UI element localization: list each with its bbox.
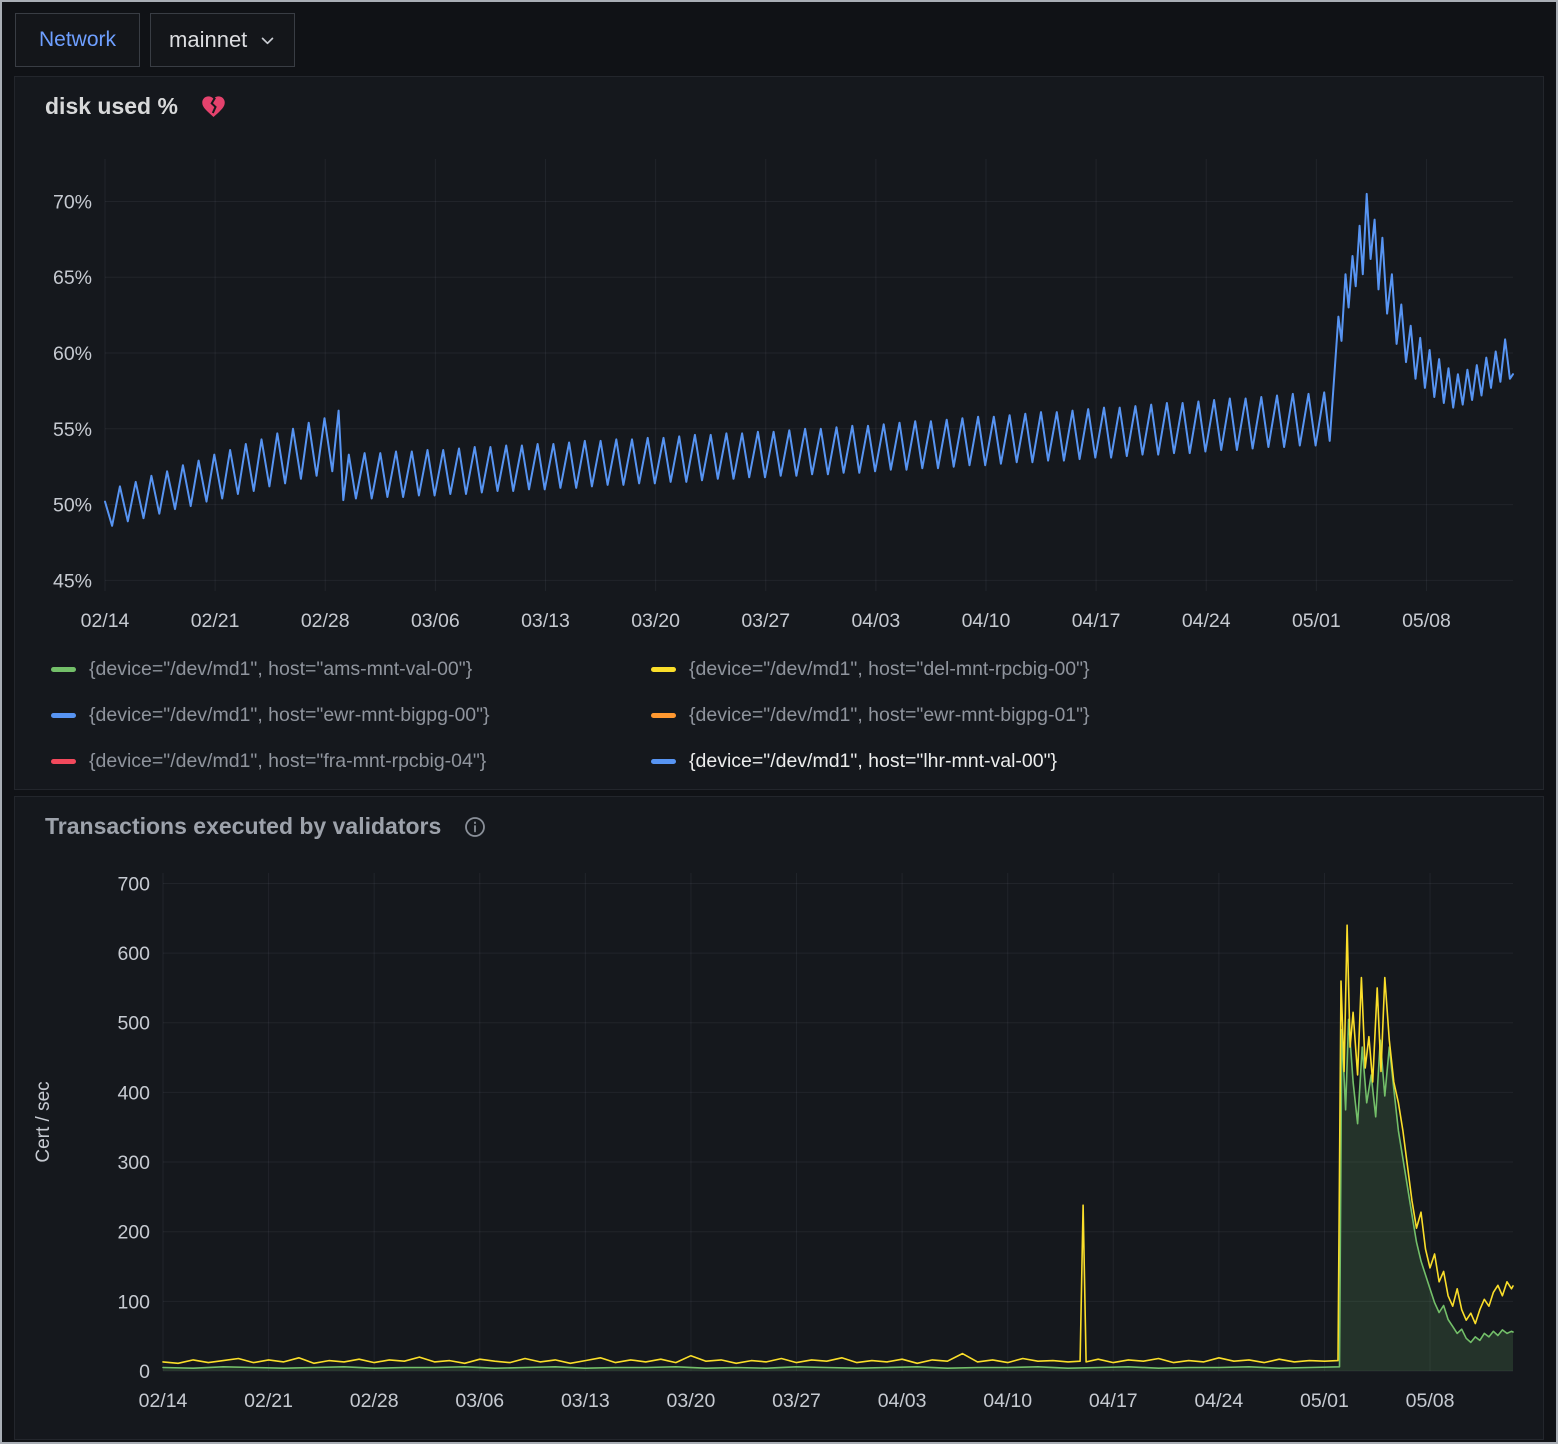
- series-label: {device="/dev/md1", host="del-mnt-rpcbig…: [689, 657, 1090, 681]
- series-label: {device="/dev/md1", host="lhr-mnt-val-00…: [689, 749, 1057, 773]
- svg-text:02/28: 02/28: [301, 610, 350, 632]
- svg-text:03/06: 03/06: [411, 610, 460, 632]
- svg-text:700: 700: [117, 873, 150, 895]
- info-icon[interactable]: [463, 815, 487, 839]
- legend-item[interactable]: {device="/dev/md1", host="ewr-mnt-bigpg-…: [51, 703, 651, 727]
- svg-text:02/21: 02/21: [244, 1390, 293, 1412]
- svg-text:02/28: 02/28: [350, 1390, 399, 1412]
- transactions-panel-header: Transactions executed by validators: [15, 797, 1543, 845]
- svg-text:100: 100: [117, 1291, 150, 1313]
- svg-text:03/13: 03/13: [561, 1390, 610, 1412]
- svg-text:70%: 70%: [53, 191, 92, 213]
- svg-text:400: 400: [117, 1082, 150, 1104]
- svg-text:300: 300: [117, 1152, 150, 1174]
- legend-item[interactable]: {device="/dev/md1", host="ewr-mnt-bigpg-…: [651, 703, 1523, 727]
- network-label-text: Network: [39, 28, 116, 52]
- svg-text:60%: 60%: [53, 343, 92, 365]
- svg-text:03/20: 03/20: [667, 1390, 716, 1412]
- network-variable-label: Network: [15, 13, 140, 67]
- series-color-dash: [651, 667, 676, 672]
- svg-text:65%: 65%: [53, 267, 92, 289]
- disk-panel-title[interactable]: disk used %: [45, 93, 178, 120]
- series-label: {device="/dev/md1", host="ewr-mnt-bigpg-…: [89, 703, 490, 727]
- svg-text:03/13: 03/13: [521, 610, 570, 632]
- svg-text:03/27: 03/27: [741, 610, 790, 632]
- svg-text:05/01: 05/01: [1300, 1390, 1349, 1412]
- transactions-panel-title[interactable]: Transactions executed by validators: [45, 813, 441, 840]
- svg-text:02/14: 02/14: [81, 610, 130, 632]
- chevron-down-icon: [259, 32, 276, 49]
- legend-item[interactable]: {device="/dev/md1", host="del-mnt-rpcbig…: [651, 657, 1523, 681]
- svg-text:500: 500: [117, 1013, 150, 1035]
- series-color-dash: [51, 759, 76, 764]
- svg-text:04/10: 04/10: [983, 1390, 1032, 1412]
- svg-text:04/10: 04/10: [962, 610, 1011, 632]
- svg-text:02/21: 02/21: [191, 610, 240, 632]
- transactions-panel: Transactions executed by validators 02/1…: [14, 796, 1544, 1440]
- svg-text:04/24: 04/24: [1182, 610, 1231, 632]
- svg-text:03/20: 03/20: [631, 610, 680, 632]
- series-label: {device="/dev/md1", host="fra-mnt-rpcbig…: [89, 749, 486, 773]
- transactions-chart[interactable]: 02/14 02/21 02/28 03/06 03/13 03/20 03/27 04/03…: [21, 849, 1537, 1429]
- svg-text:03/06: 03/06: [455, 1390, 504, 1412]
- dashboard-variables-bar: Network mainnet: [2, 2, 1556, 76]
- svg-text:04/03: 04/03: [878, 1390, 927, 1412]
- disk-used-chart[interactable]: 02/14 02/21 02/28 03/06 03/13 03/20 03/27 04/03…: [21, 129, 1537, 641]
- series-label: {device="/dev/md1", host="ewr-mnt-bigpg-…: [689, 703, 1090, 727]
- svg-text:200: 200: [117, 1222, 150, 1244]
- network-variable-dropdown[interactable]: mainnet: [150, 13, 295, 67]
- legend-item[interactable]: {device="/dev/md1", host="fra-mnt-rpcbig…: [51, 749, 651, 773]
- series-color-dash: [651, 713, 676, 718]
- svg-text:04/24: 04/24: [1194, 1390, 1243, 1412]
- disk-panel-header: disk used %: [15, 77, 1543, 125]
- series-label: {device="/dev/md1", host="ams-mnt-val-00…: [89, 657, 472, 681]
- svg-text:04/03: 04/03: [851, 610, 900, 632]
- series-color-dash: [51, 667, 76, 672]
- svg-text:Cert / sec: Cert / sec: [33, 1081, 54, 1162]
- svg-text:05/08: 05/08: [1406, 1390, 1455, 1412]
- svg-text:03/27: 03/27: [772, 1390, 821, 1412]
- svg-text:05/08: 05/08: [1402, 610, 1451, 632]
- svg-text:600: 600: [117, 943, 150, 965]
- svg-text:50%: 50%: [53, 495, 92, 517]
- alert-broken-heart-icon[interactable]: [200, 93, 227, 120]
- svg-text:55%: 55%: [53, 419, 92, 441]
- legend-item[interactable]: {device="/dev/md1", host="ams-mnt-val-00…: [51, 657, 651, 681]
- disk-chart-legend: {device="/dev/md1", host="ams-mnt-val-00…: [15, 641, 1543, 789]
- network-variable-value: mainnet: [169, 27, 247, 53]
- series-color-dash: [651, 759, 676, 764]
- disk-used-panel: disk used % 02/14 02/21 02/28 03/06 03/13 03/…: [14, 76, 1544, 790]
- svg-text:0: 0: [139, 1361, 150, 1383]
- svg-text:04/17: 04/17: [1072, 610, 1121, 632]
- svg-text:02/14: 02/14: [139, 1390, 188, 1412]
- series-color-dash: [51, 713, 76, 718]
- grafana-dashboard: Network mainnet disk used % 02/1402/2102…: [0, 0, 1558, 1444]
- svg-text:05/01: 05/01: [1292, 610, 1341, 632]
- svg-text:04/17: 04/17: [1089, 1390, 1138, 1412]
- svg-text:45%: 45%: [53, 570, 92, 592]
- legend-item[interactable]: {device="/dev/md1", host="lhr-mnt-val-00…: [651, 749, 1523, 773]
